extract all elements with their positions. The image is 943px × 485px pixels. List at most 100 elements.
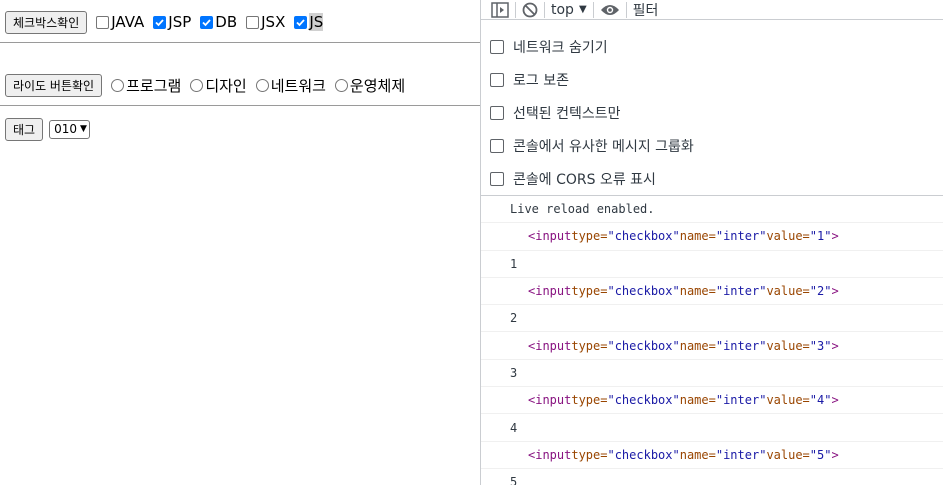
log-message: Live reload enabled. bbox=[481, 196, 943, 224]
radio-program[interactable]: 프로그램 bbox=[111, 75, 181, 96]
checkbox-js-box[interactable] bbox=[294, 15, 308, 29]
log-value: 3 bbox=[481, 360, 943, 388]
radio-row: 라이도 버튼확인 프로그램 디자인 네트워크 운영체제 bbox=[5, 73, 405, 97]
log-attr: name= bbox=[679, 284, 716, 299]
log-attr-value: "checkbox" bbox=[607, 338, 680, 353]
checkbox-jsp-label: JSP bbox=[168, 13, 192, 31]
tag-button[interactable]: 태그 bbox=[5, 117, 44, 141]
checkbox-row: 체크박스확인 JAVA JSP DB JSX JS bbox=[5, 10, 324, 34]
log-element[interactable]: <input type= "checkbox" name= "inter" valu… bbox=[481, 442, 943, 469]
log-attr: type= bbox=[571, 338, 608, 353]
log-attr-value: "checkbox" bbox=[607, 393, 680, 408]
log-value: 1 bbox=[481, 251, 943, 278]
setting-checkbox[interactable] bbox=[490, 72, 504, 87]
setting-checkbox[interactable] bbox=[490, 39, 504, 54]
checkbox-jsx-box[interactable] bbox=[246, 15, 260, 29]
radio-design-label: 디자인 bbox=[205, 76, 247, 95]
checkbox-java[interactable]: JAVA bbox=[96, 13, 144, 31]
checkmark-icon bbox=[296, 18, 306, 26]
log-attr: value= bbox=[766, 338, 810, 353]
log-value: 5 bbox=[481, 469, 943, 485]
setting-checkbox[interactable] bbox=[490, 138, 504, 153]
phone-prefix-select[interactable]: 010 ▼ bbox=[49, 119, 90, 139]
log-attr-value: "5" bbox=[809, 447, 832, 462]
log-attr-value: "inter" bbox=[715, 393, 767, 408]
eye-icon[interactable] bbox=[600, 0, 620, 20]
radio-os-circle[interactable] bbox=[334, 78, 348, 92]
log-value: 2 bbox=[481, 305, 943, 333]
console-toolbar: top ▼ 필터 bbox=[481, 0, 943, 20]
console-settings: 네트워크 숨기기 로그 보존 선택된 컨텍스트만 콘솔에서 유사한 메시지 그룹… bbox=[481, 20, 943, 196]
radio-design[interactable]: 디자인 bbox=[190, 75, 247, 96]
log-tag-open: <input bbox=[528, 393, 572, 408]
log-attr: value= bbox=[766, 284, 810, 299]
radio-network-circle[interactable] bbox=[255, 78, 269, 92]
divider bbox=[0, 105, 480, 106]
checkbox-db[interactable]: DB bbox=[200, 13, 237, 31]
devtools-console-panel: top ▼ 필터 네트워크 숨기기 로그 보존 선택된 컨텍스트만 콘솔에서 유… bbox=[480, 0, 943, 485]
checkbox-jsp[interactable]: JSP bbox=[153, 13, 191, 31]
log-attr: name= bbox=[679, 393, 716, 408]
filter-input[interactable]: 필터 bbox=[633, 0, 659, 20]
setting-label: 콘솔에 CORS 오류 표시 bbox=[513, 171, 656, 188]
log-attr-value: "inter" bbox=[715, 447, 767, 462]
log-element[interactable]: <input type= "checkbox" name= "inter" valu… bbox=[481, 387, 943, 415]
log-attr: type= bbox=[571, 229, 608, 244]
log-attr-value: "checkbox" bbox=[607, 284, 680, 299]
radio-program-label: 프로그램 bbox=[126, 76, 182, 95]
setting-label: 콘솔에서 유사한 메시지 그룹화 bbox=[513, 138, 694, 155]
log-attr: name= bbox=[679, 447, 716, 462]
checkbox-db-box[interactable] bbox=[200, 15, 214, 29]
setting-preserve-log[interactable]: 로그 보존 bbox=[481, 63, 943, 96]
log-tag-close: > bbox=[831, 284, 839, 299]
log-tag-close: > bbox=[831, 447, 839, 462]
radio-os-label: 운영체제 bbox=[349, 76, 406, 95]
phone-prefix-value: 010 bbox=[54, 122, 77, 136]
radio-os[interactable]: 운영체제 bbox=[334, 75, 406, 96]
log-attr-value: "inter" bbox=[715, 284, 767, 299]
log-tag-close: > bbox=[831, 393, 839, 408]
log-tag-open: <input bbox=[528, 284, 572, 299]
radio-network[interactable]: 네트워크 bbox=[255, 75, 326, 96]
setting-checkbox[interactable] bbox=[490, 171, 504, 186]
log-attr-value: "3" bbox=[809, 338, 832, 353]
checkbox-java-box[interactable] bbox=[96, 15, 110, 29]
context-selector[interactable]: top ▼ bbox=[551, 2, 587, 18]
tag-row: 태그 010 ▼ bbox=[5, 117, 90, 141]
radio-design-circle[interactable] bbox=[190, 78, 204, 92]
setting-hide-network[interactable]: 네트워크 숨기기 bbox=[481, 30, 943, 63]
log-attr-value: "inter" bbox=[715, 229, 767, 244]
radio-program-circle[interactable] bbox=[111, 78, 125, 92]
setting-show-cors-errors[interactable]: 콘솔에 CORS 오류 표시 bbox=[481, 162, 943, 195]
checkbox-js[interactable]: JS bbox=[294, 13, 324, 31]
toolbar-separator bbox=[515, 1, 516, 18]
checkbox-db-label: DB bbox=[215, 13, 238, 31]
log-element[interactable]: <input type= "checkbox" name= "inter" valu… bbox=[481, 223, 943, 251]
radio-confirm-button[interactable]: 라이도 버튼확인 bbox=[5, 73, 103, 97]
setting-selected-context-only[interactable]: 선택된 컨텍스트만 bbox=[481, 96, 943, 129]
checkmark-icon bbox=[155, 18, 164, 26]
log-attr-value: "2" bbox=[809, 284, 832, 299]
checkbox-jsx[interactable]: JSX bbox=[246, 13, 285, 31]
log-tag-close: > bbox=[831, 229, 839, 244]
setting-checkbox[interactable] bbox=[490, 105, 504, 120]
divider bbox=[0, 42, 480, 43]
checkbox-java-label: JAVA bbox=[111, 13, 145, 31]
toolbar-separator bbox=[592, 1, 594, 18]
dropdown-arrow-icon: ▼ bbox=[578, 4, 587, 15]
log-attr: name= bbox=[679, 229, 716, 244]
log-attr-value: "4" bbox=[809, 393, 832, 408]
setting-group-similar[interactable]: 콘솔에서 유사한 메시지 그룹화 bbox=[481, 129, 943, 162]
log-attr: type= bbox=[571, 284, 608, 299]
checkbox-jsx-label: JSX bbox=[261, 13, 286, 31]
toolbar-separator bbox=[625, 1, 627, 18]
clear-console-icon[interactable] bbox=[522, 0, 538, 20]
log-element[interactable]: <input type= "checkbox" name= "inter" valu… bbox=[481, 332, 943, 360]
sidebar-toggle-icon[interactable] bbox=[491, 0, 509, 20]
log-element[interactable]: <input type= "checkbox" name= "inter" valu… bbox=[481, 278, 943, 306]
check-confirm-button[interactable]: 체크박스확인 bbox=[5, 10, 88, 34]
checkbox-jsp-box[interactable] bbox=[153, 15, 167, 29]
log-attr: type= bbox=[571, 393, 608, 408]
log-attr: type= bbox=[571, 447, 608, 462]
chevron-down-icon: ▼ bbox=[80, 124, 87, 134]
